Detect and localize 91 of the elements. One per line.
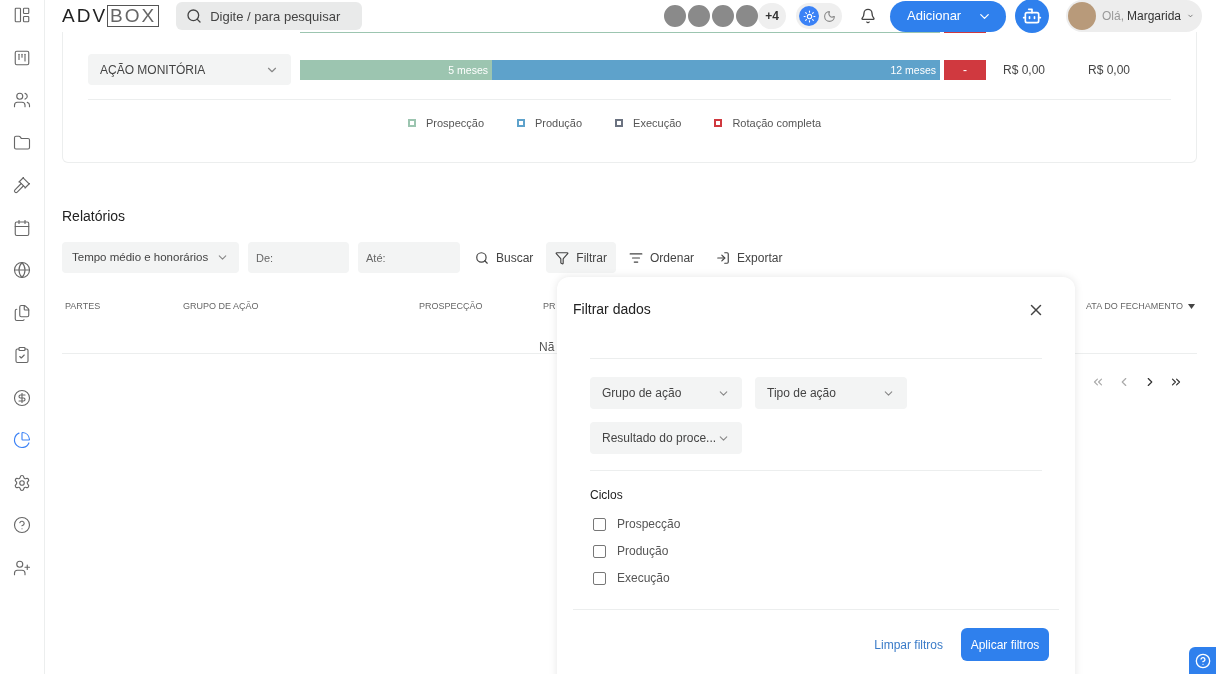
checkbox-label: Produção xyxy=(617,543,669,560)
filter-select[interactable]: Tipo de ação xyxy=(755,377,907,409)
avatar[interactable] xyxy=(686,3,712,29)
sidebar-nav-button[interactable] xyxy=(13,558,31,577)
greeting-text: Olá, xyxy=(1102,8,1124,25)
bell-icon[interactable] xyxy=(860,8,876,24)
gavel-icon xyxy=(13,176,31,194)
legend-label: Rotação completa xyxy=(732,116,822,131)
empty-message: Nã xyxy=(539,340,555,354)
sidebar-nav-button[interactable] xyxy=(13,91,31,109)
checkbox[interactable] xyxy=(593,517,606,531)
apply-filters-button[interactable]: Aplicar filtros xyxy=(961,628,1049,661)
clear-filters-link[interactable]: Limpar filtros xyxy=(874,635,943,654)
pie-chart-icon xyxy=(13,431,31,449)
checkbox[interactable] xyxy=(593,544,606,558)
sidebar-nav-button[interactable] xyxy=(13,133,31,152)
layout-icon xyxy=(13,6,31,24)
section-title: Relatórios xyxy=(62,207,127,226)
date-to-field[interactable]: Até: xyxy=(358,242,460,273)
user-avatar xyxy=(1068,2,1096,30)
board-icon xyxy=(13,48,31,67)
sidebar-nav-button[interactable] xyxy=(13,218,31,237)
column-header: GRUPO DE AÇÃO xyxy=(183,300,260,313)
section-label: Ciclos xyxy=(590,487,624,504)
column-header: PROSPECÇÃO xyxy=(419,300,484,313)
export-icon xyxy=(716,250,731,265)
date-from-field[interactable]: De: xyxy=(248,242,349,273)
logo: ADV BOX xyxy=(62,1,160,31)
column-header[interactable]: ATA DO FECHAMENTO xyxy=(1086,300,1195,314)
column-header: PARTES xyxy=(65,300,102,313)
settings-icon xyxy=(13,473,31,492)
avatar[interactable] xyxy=(710,3,736,29)
filter-icon xyxy=(555,250,570,265)
sort-icon xyxy=(629,250,644,265)
user-name: Margarida xyxy=(1127,8,1182,25)
sort-caret-icon xyxy=(1188,304,1195,310)
sun-icon xyxy=(802,9,816,23)
last-page-icon[interactable] xyxy=(1169,375,1183,389)
globe-icon xyxy=(13,261,31,279)
files-icon xyxy=(13,303,31,322)
sidebar-nav-button[interactable] xyxy=(13,303,31,322)
legend-label: Execução xyxy=(633,116,682,131)
search-icon xyxy=(475,250,489,265)
toolbar-button[interactable]: Filtrar xyxy=(546,242,617,273)
sidebar-nav-button[interactable] xyxy=(13,48,31,67)
checkbox-label: Execução xyxy=(617,570,670,587)
report-select[interactable]: Tempo médio e honorários xyxy=(62,242,239,273)
sidebar-nav-button[interactable] xyxy=(13,473,31,492)
sidebar-nav-button[interactable] xyxy=(13,388,31,407)
sidebar-nav-button[interactable] xyxy=(13,431,31,449)
filter-select[interactable]: Grupo de ação xyxy=(590,377,742,409)
sidebar-nav-button[interactable] xyxy=(13,346,31,364)
users-icon xyxy=(13,91,31,109)
avatar[interactable] xyxy=(662,3,688,29)
dialog-title: Filtrar dados xyxy=(573,300,651,319)
sidebar-nav-button[interactable] xyxy=(13,261,31,279)
sidebar-nav-button[interactable] xyxy=(13,6,31,24)
more-avatars-count[interactable]: +4 xyxy=(758,3,786,29)
search-field[interactable]: Digite / para pesquisar xyxy=(176,2,363,30)
duration-label: 5 meses xyxy=(448,62,488,78)
help-icon xyxy=(1194,652,1211,669)
group-select[interactable]: AÇÃO MONITÓRIA xyxy=(88,54,291,85)
legend-label: Prospecção xyxy=(425,116,484,131)
toolbar-button[interactable]: Exportar xyxy=(707,242,792,273)
theme-toggle[interactable] xyxy=(796,3,842,29)
legend-label: Produção xyxy=(535,116,583,131)
add-button[interactable]: Adicionar xyxy=(890,0,1006,32)
duration-label: 12 meses xyxy=(890,62,936,78)
dollar-icon xyxy=(13,388,31,407)
folder-icon xyxy=(13,133,31,152)
robot-icon xyxy=(1022,6,1042,26)
sidebar-nav-button[interactable] xyxy=(13,516,31,534)
assistant-button[interactable] xyxy=(1015,0,1049,33)
help-button[interactable] xyxy=(1189,647,1216,674)
value-text: R$ 0,00 xyxy=(1088,61,1131,79)
help-icon xyxy=(13,516,31,534)
checkbox-label: Prospecção xyxy=(617,516,681,533)
toolbar-button[interactable]: Buscar xyxy=(466,242,543,273)
checkbox[interactable] xyxy=(593,571,606,585)
calendar-icon xyxy=(13,218,31,237)
sidebar-nav-button[interactable] xyxy=(13,176,31,194)
rotation-marker: - xyxy=(944,59,986,80)
moon-icon xyxy=(822,9,836,23)
filter-select[interactable]: Resultado do proce... xyxy=(590,422,742,454)
toolbar-button[interactable]: Ordenar xyxy=(620,242,704,273)
column-header: PR xyxy=(543,300,557,313)
add-user-icon xyxy=(13,558,31,577)
value-text: R$ 0,00 xyxy=(1003,61,1047,79)
task-icon xyxy=(13,346,31,364)
avatar[interactable] xyxy=(734,3,760,29)
user-menu[interactable]: Olá, Margarida xyxy=(1066,0,1202,32)
